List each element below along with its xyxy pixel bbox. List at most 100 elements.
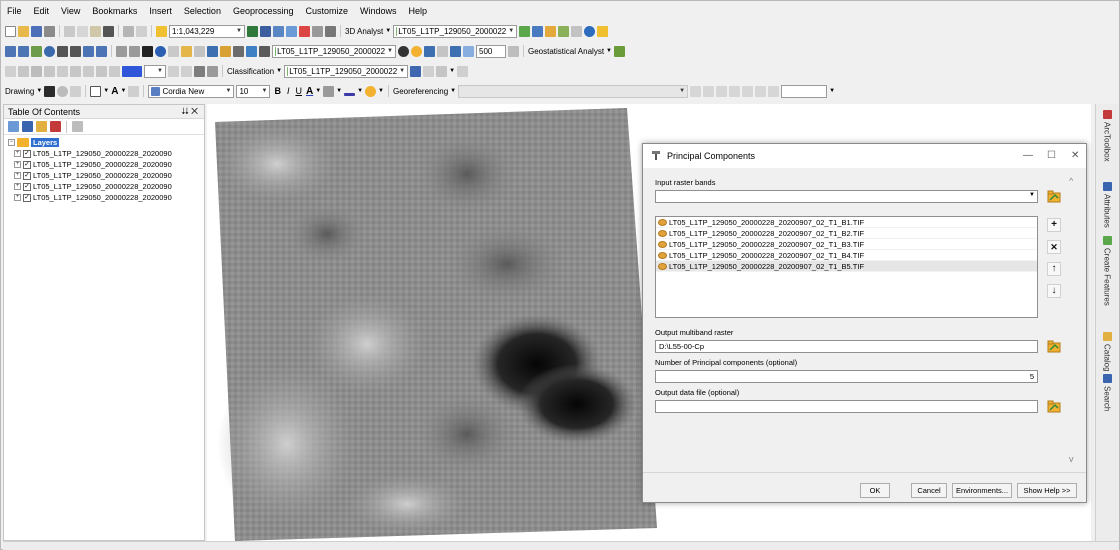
menu-bookmarks[interactable]: Bookmarks [90, 6, 139, 16]
dialog-scrollbar[interactable]: ^ v [1065, 176, 1081, 464]
swap-icon[interactable] [181, 65, 192, 77]
geostat-wizard-icon[interactable] [614, 45, 625, 57]
menu-customize[interactable]: Customize [304, 6, 351, 16]
move-down-button[interactable]: ↓ [1047, 284, 1061, 298]
browse-folder-icon[interactable] [1047, 340, 1061, 353]
remove-band-button[interactable]: ✕ [1047, 240, 1061, 254]
html-popup-icon[interactable] [181, 45, 192, 57]
forward-arrow-icon[interactable] [96, 45, 107, 57]
toc-window-icon[interactable] [273, 25, 284, 37]
swipe-icon[interactable] [437, 45, 448, 57]
bottom-scrollbar[interactable] [3, 541, 1119, 550]
spinner-icon[interactable] [508, 45, 519, 57]
midpoint-icon[interactable] [83, 65, 94, 77]
viewer-icon[interactable] [755, 85, 767, 97]
edit-vertices-icon[interactable] [128, 85, 140, 97]
list-item[interactable]: LT05_L1TP_129050_20000228_20200907_02_T1… [656, 261, 1037, 272]
output-raster-input[interactable]: D:\L55-00-Cp [655, 340, 1038, 353]
georef-layer-combo[interactable]: LT05_L1TP_129050_2000022 ▼ [458, 84, 689, 98]
menu-insert[interactable]: Insert [147, 6, 174, 16]
fill-color-icon[interactable] [323, 85, 335, 97]
map-scale-combo[interactable]: 1:1,043,229 ▼ [169, 24, 245, 38]
text-tool-icon[interactable]: A [111, 86, 118, 97]
offset-icon[interactable] [463, 45, 474, 57]
output-datafile-input[interactable] [655, 400, 1038, 413]
toc-layer-item[interactable]: + ✓ LT05_L1TP_129050_20000228_2020090 [14, 159, 204, 170]
minimize-button[interactable]: — [1023, 150, 1033, 161]
offset-input[interactable]: 500 [476, 44, 506, 58]
menu-file[interactable]: File [5, 6, 24, 16]
flicker-icon[interactable] [450, 45, 461, 57]
georef-value-input[interactable] [781, 84, 828, 98]
scroll-up-icon[interactable]: ^ [1069, 176, 1073, 186]
environments-button[interactable]: Environments... [952, 483, 1012, 498]
cut-icon[interactable] [64, 25, 75, 37]
snap-tolerance-icon[interactable] [109, 65, 120, 77]
catalog-icon[interactable] [286, 25, 297, 37]
measure-icon[interactable] [194, 45, 205, 57]
help-icon[interactable] [597, 25, 609, 37]
zoom-to-elements-icon[interactable] [70, 85, 82, 97]
pin-close-icon[interactable]: ⮇ ✕ [181, 106, 198, 117]
clear-selection-icon[interactable] [129, 45, 140, 57]
attributes-tab[interactable]: Attributes [1099, 182, 1115, 228]
3d-analyst-menu[interactable]: 3D Analyst [345, 27, 383, 36]
georeferencing-menu[interactable]: Georeferencing [393, 87, 448, 96]
expand-icon[interactable]: + [14, 183, 21, 190]
zoom-in-icon[interactable] [5, 45, 16, 57]
color-swatch-icon[interactable] [122, 65, 142, 77]
end-icon[interactable] [57, 65, 68, 77]
line-of-sight-icon[interactable] [545, 25, 557, 37]
print-icon[interactable] [44, 25, 55, 37]
input-raster-bands-combo[interactable]: ▼ [655, 190, 1038, 203]
add-data-icon[interactable] [156, 25, 167, 37]
brightness-icon[interactable] [411, 45, 422, 57]
move-up-button[interactable]: ↑ [1047, 262, 1061, 276]
pan-icon[interactable] [31, 45, 42, 57]
redo-icon[interactable] [136, 25, 147, 37]
input-bands-list[interactable]: LT05_L1TP_129050_20000228_20200907_02_T1… [655, 216, 1038, 318]
create-features-tab[interactable]: Create Features [1099, 236, 1115, 306]
magnifier-icon[interactable] [768, 85, 780, 97]
clear-training-icon[interactable] [436, 65, 448, 77]
expand-icon[interactable]: + [14, 172, 21, 179]
underline-button[interactable]: U [293, 86, 304, 96]
layers-group[interactable]: − Layers [8, 137, 204, 148]
style-combo[interactable]: ▼ [144, 64, 166, 78]
layer-visibility-checkbox[interactable]: ✓ [23, 160, 31, 169]
bold-button[interactable]: B [272, 86, 283, 96]
add-band-button[interactable]: + [1047, 218, 1061, 232]
fixed-zoom-in-icon[interactable] [57, 45, 68, 57]
contour-icon[interactable] [519, 25, 531, 37]
stretch-icon[interactable] [207, 65, 218, 77]
snapping-icon[interactable] [5, 65, 16, 77]
close-button[interactable]: ✕ [1071, 150, 1079, 161]
ok-button[interactable]: OK [860, 483, 890, 498]
full-extent-icon[interactable] [44, 45, 55, 57]
arcscene-icon[interactable] [571, 25, 583, 37]
3d-layer-combo[interactable]: LT05_L1TP_129050_2000022 ▼ [393, 24, 518, 38]
find-icon[interactable] [207, 45, 218, 57]
list-item[interactable]: LT05_L1TP_129050_20000228_20200907_02_T1… [656, 239, 1037, 250]
list-by-visibility-icon[interactable] [36, 121, 47, 132]
menu-edit[interactable]: Edit [32, 6, 52, 16]
collapse-icon[interactable]: − [8, 139, 15, 146]
layer-visibility-checkbox[interactable]: ✓ [23, 149, 31, 158]
open-folder-icon[interactable] [18, 25, 29, 37]
hyperlink-icon[interactable] [168, 45, 179, 57]
toolbox-icon[interactable] [299, 25, 310, 37]
new-document-icon[interactable] [5, 25, 16, 37]
expand-icon[interactable]: + [14, 150, 21, 157]
profile-graph-icon[interactable] [558, 25, 570, 37]
delete-icon[interactable] [103, 25, 114, 37]
editor-icon[interactable] [247, 25, 258, 37]
list-item[interactable]: LT05_L1TP_129050_20000228_20200907_02_T1… [656, 250, 1037, 261]
contrast-icon[interactable] [424, 45, 435, 57]
classification-menu[interactable]: Classification [227, 67, 274, 76]
font-color-icon[interactable]: A [306, 86, 313, 97]
back-arrow-icon[interactable] [83, 45, 94, 57]
layer-visibility-checkbox[interactable]: ✓ [23, 193, 31, 202]
model-builder-icon[interactable] [325, 25, 336, 37]
identify-icon[interactable] [155, 45, 166, 57]
scale-icon[interactable] [729, 85, 741, 97]
